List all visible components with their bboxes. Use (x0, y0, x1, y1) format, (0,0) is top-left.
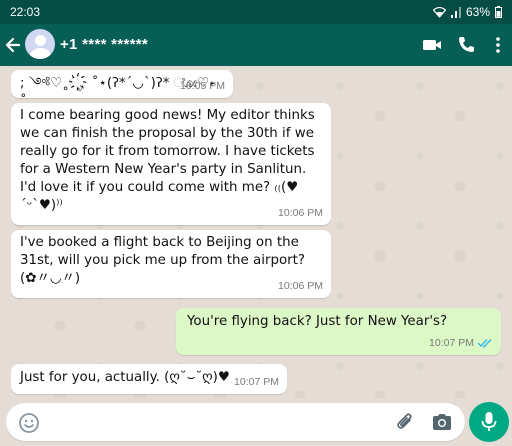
message-list[interactable]: ; ༺♡˳ೃ҉ ˚⋆(ʔ*´◡`)ʔ* ೋ♡˖ ˚ 10:05 PM I com… (0, 66, 512, 398)
status-bar: 22:03 63% (0, 0, 512, 24)
message-bubble-outgoing[interactable]: You're flying back? Just for New Year's?… (176, 308, 501, 355)
chat-header: +1 **** ****** (0, 24, 512, 66)
phone-icon[interactable] (455, 34, 477, 56)
message-bubble[interactable]: I come bearing good news! My editor thin… (11, 103, 331, 225)
message-bubble[interactable]: ; ༺♡˳ೃ҉ ˚⋆(ʔ*´◡`)ʔ* ೋ♡˖ ˚ 10:05 PM (11, 70, 233, 109)
camera-icon[interactable] (431, 412, 453, 432)
message-time: 10:07 PM (429, 334, 493, 352)
battery-level: 63% (465, 5, 490, 19)
message-text: I come bearing good news! My editor thin… (20, 108, 319, 213)
back-arrow-icon[interactable] (4, 34, 24, 56)
message-time-label: 10:06 PM (278, 207, 323, 219)
message-time-label: 10:07 PM (234, 376, 279, 388)
message-bubble[interactable]: I've booked a flight back to Beijing on … (11, 230, 331, 298)
mic-icon (481, 412, 497, 431)
message-input-pill (6, 403, 465, 441)
status-time: 22:03 (10, 5, 41, 19)
message-text: You're flying back? Just for New Year's? (187, 314, 448, 329)
message-text: I've booked a flight back to Beijing on … (20, 235, 310, 286)
message-time: 10:06 PM (278, 277, 323, 295)
input-bar (0, 398, 512, 446)
avatar[interactable] (25, 29, 55, 59)
avatar-body (30, 48, 51, 59)
message-bubble[interactable]: Just for you, actually. (ღ˘⌣˘ღ)♥ 10:07 P… (11, 364, 287, 394)
wifi-icon (432, 6, 446, 18)
battery-icon (495, 6, 502, 18)
status-icons: 63% (432, 5, 502, 19)
message-time: 10:06 PM (278, 204, 323, 222)
message-time-label: 10:06 PM (278, 280, 323, 292)
message-time: 10:05 PM (180, 77, 225, 95)
contact-name[interactable]: +1 **** ****** (60, 36, 148, 53)
message-input[interactable] (48, 409, 388, 435)
attach-icon[interactable] (394, 411, 416, 433)
emoji-icon[interactable] (18, 412, 40, 434)
avatar-head (35, 35, 46, 46)
signal-icon (450, 6, 461, 18)
message-time: 10:07 PM (234, 373, 279, 391)
message-time-label: 10:05 PM (180, 80, 225, 92)
message-time-label: 10:07 PM (429, 337, 474, 349)
read-ticks-icon (477, 339, 492, 348)
more-vert-icon[interactable] (487, 34, 509, 56)
mic-button[interactable] (469, 402, 509, 442)
video-call-icon[interactable] (421, 34, 443, 56)
